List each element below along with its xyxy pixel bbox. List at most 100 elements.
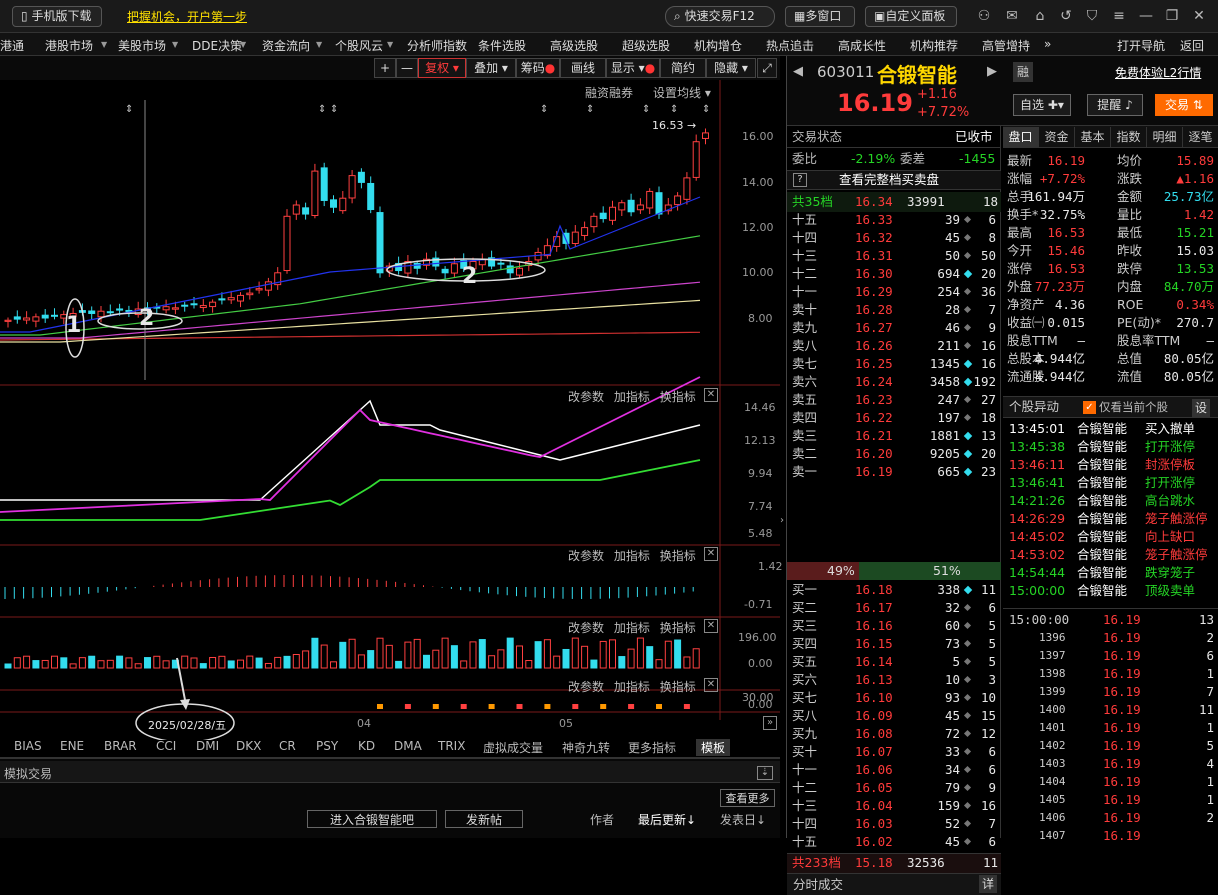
menu-item[interactable]: 超级选股 [622,37,670,54]
undo-icon[interactable]: ↺ [1057,7,1075,25]
tab-indicator[interactable]: KD [358,739,375,753]
anomaly-stock[interactable]: 合锻智能 [1077,528,1127,546]
menu-item[interactable]: 机构增仓 [694,37,742,54]
zoom-in-button[interactable]: + [374,58,396,78]
tab-4[interactable]: 明细 [1147,127,1183,147]
splitter-handle[interactable]: › [780,515,786,535]
tab-2[interactable]: 基本 [1075,127,1111,147]
menu-item[interactable]: 条件选股 [478,37,526,54]
more-menu-icon[interactable]: » [1044,37,1051,51]
menu-item[interactable]: 高成长性 [838,37,886,54]
add-indicator-button[interactable]: 加指标 [614,549,650,563]
overlay-button[interactable]: 叠加 ▾ [466,58,516,78]
custom-panel-button[interactable]: ▣自定义面板 [865,6,957,27]
anomaly-stock[interactable]: 合锻智能 [1077,510,1127,528]
add-indicator-button[interactable]: 加指标 [614,390,650,404]
view-more-button[interactable]: 查看更多 [720,789,775,807]
switch-indicator-button[interactable]: 换指标 [660,621,696,635]
params-button[interactable]: 改参数 [568,621,604,635]
open-nav-button[interactable]: 打开导航 [1117,37,1165,54]
close-icon[interactable]: ✕ [704,547,718,561]
next-stock-icon[interactable]: ▶ [987,64,997,79]
anomaly-stock[interactable]: 合锻智能 [1077,492,1127,510]
zoom-out-button[interactable]: — [396,58,418,78]
params-button[interactable]: 改参数 [568,390,604,404]
mail-icon[interactable]: ✉ [1003,7,1021,25]
sim-trade-label[interactable]: 模拟交易 [4,765,52,782]
tab-indicator[interactable]: ENE [60,739,84,753]
minimize-icon[interactable]: — [1137,7,1155,25]
close-icon[interactable]: ✕ [704,388,718,402]
prev-stock-icon[interactable]: ◀ [793,64,803,79]
menu-item[interactable]: 个股风云 [335,37,383,54]
author-column[interactable]: 作者 [590,811,614,828]
set-ma-link[interactable]: 设置均线 ▾ [653,84,711,101]
fullscreen-icon[interactable]: ⤢ [757,58,777,78]
menu-item[interactable]: 热点追击 [766,37,814,54]
menu-item[interactable]: 分析师指数 [407,37,467,54]
checkbox-checked-icon[interactable]: ✓ [1083,401,1096,414]
scroll-right-icon[interactable]: » [763,716,777,730]
promo-link[interactable]: 把握机会，开户第一步 [127,8,247,25]
back-button[interactable]: 返回 [1180,37,1204,54]
menu-item[interactable]: 高管增持 [982,37,1030,54]
tab-indicator[interactable]: TRIX [438,739,465,753]
menu-item[interactable]: 美股市场 [118,37,166,54]
publish-column[interactable]: 发表日↓ [720,811,766,828]
latest-column[interactable]: 最后更新↓ [638,811,696,828]
post-button[interactable]: 发新帖 [445,810,523,828]
tab-indicator[interactable]: DMA [394,739,422,753]
chips-button[interactable]: 筹码● [516,58,560,78]
tab-indicator[interactable]: 虚拟成交量 [483,739,543,756]
tab-indicator[interactable]: BRAR [104,739,137,753]
tab-indicator[interactable]: CR [279,739,296,753]
quick-trade-button[interactable]: ⌕ 快速交易F12 [665,6,775,27]
tab-1[interactable]: 资金 [1039,127,1075,147]
tab-template[interactable]: 模板 [696,739,731,756]
add-indicator-button[interactable]: 加指标 [614,680,650,694]
add-indicator-button[interactable]: 加指标 [614,621,650,635]
switch-indicator-button[interactable]: 换指标 [660,549,696,563]
tab-3[interactable]: 指数 [1111,127,1147,147]
remind-button[interactable]: 提醒 ♪ [1087,94,1143,116]
home-icon[interactable]: ⌂ [1031,7,1049,25]
enter-bar-button[interactable]: 进入合锻智能吧 [307,810,437,828]
tab-5[interactable]: 逐笔 [1183,127,1218,147]
menu-item[interactable]: 港股市场 [45,37,93,54]
detail-button[interactable]: 详 [979,875,997,893]
mobile-download-button[interactable]: ▯ 手机版下载 [12,6,102,27]
tab-indicator[interactable]: CCI [156,739,176,753]
close-icon[interactable]: ✕ [704,619,718,633]
close-icon[interactable]: ✕ [1190,7,1208,25]
anomaly-stock[interactable]: 合锻智能 [1077,438,1127,456]
tab-indicator[interactable]: DMI [196,739,219,753]
margin-badge[interactable]: 融 [1013,62,1033,82]
help-icon[interactable]: ? [793,173,807,187]
collapse-icon[interactable]: ⇣ [757,766,773,780]
full-book-link[interactable]: 查看完整档买卖盘 [839,171,939,189]
anomaly-stock[interactable]: 合锻智能 [1077,420,1127,438]
simple-button[interactable]: 简约 [660,58,706,78]
menu-item[interactable]: 高级选股 [550,37,598,54]
tab-indicator[interactable]: BIAS [14,739,42,753]
menu-item[interactable]: 港通 [0,37,24,54]
trade-button[interactable]: 交易 ⇅ [1155,94,1213,116]
anomaly-stock[interactable]: 合锻智能 [1077,564,1127,582]
multi-window-button[interactable]: ▦多窗口 [785,6,855,27]
fuquan-button[interactable]: 复权 ▾ [418,58,466,78]
switch-indicator-button[interactable]: 换指标 [660,680,696,694]
tab-indicator[interactable]: 神奇九转 [562,739,610,756]
menu-item[interactable]: 资金流向 [262,37,310,54]
time-sales-label[interactable]: 分时成交 [793,876,843,894]
tab-indicator[interactable]: DKX [236,739,261,753]
menu-item[interactable]: DDE决策 [192,37,242,54]
params-button[interactable]: 改参数 [568,549,604,563]
tab-0[interactable]: 盘口 [1003,127,1039,147]
l2-trial-link[interactable]: 免费体验L2行情 [1115,64,1201,81]
menu-item[interactable]: 机构推荐 [910,37,958,54]
anomaly-stock[interactable]: 合锻智能 [1077,582,1127,600]
settings-button[interactable]: 设 [1192,399,1210,417]
params-button[interactable]: 改参数 [568,680,604,694]
shirt-icon[interactable]: ⛉ [1083,7,1101,25]
switch-indicator-button[interactable]: 换指标 [660,390,696,404]
